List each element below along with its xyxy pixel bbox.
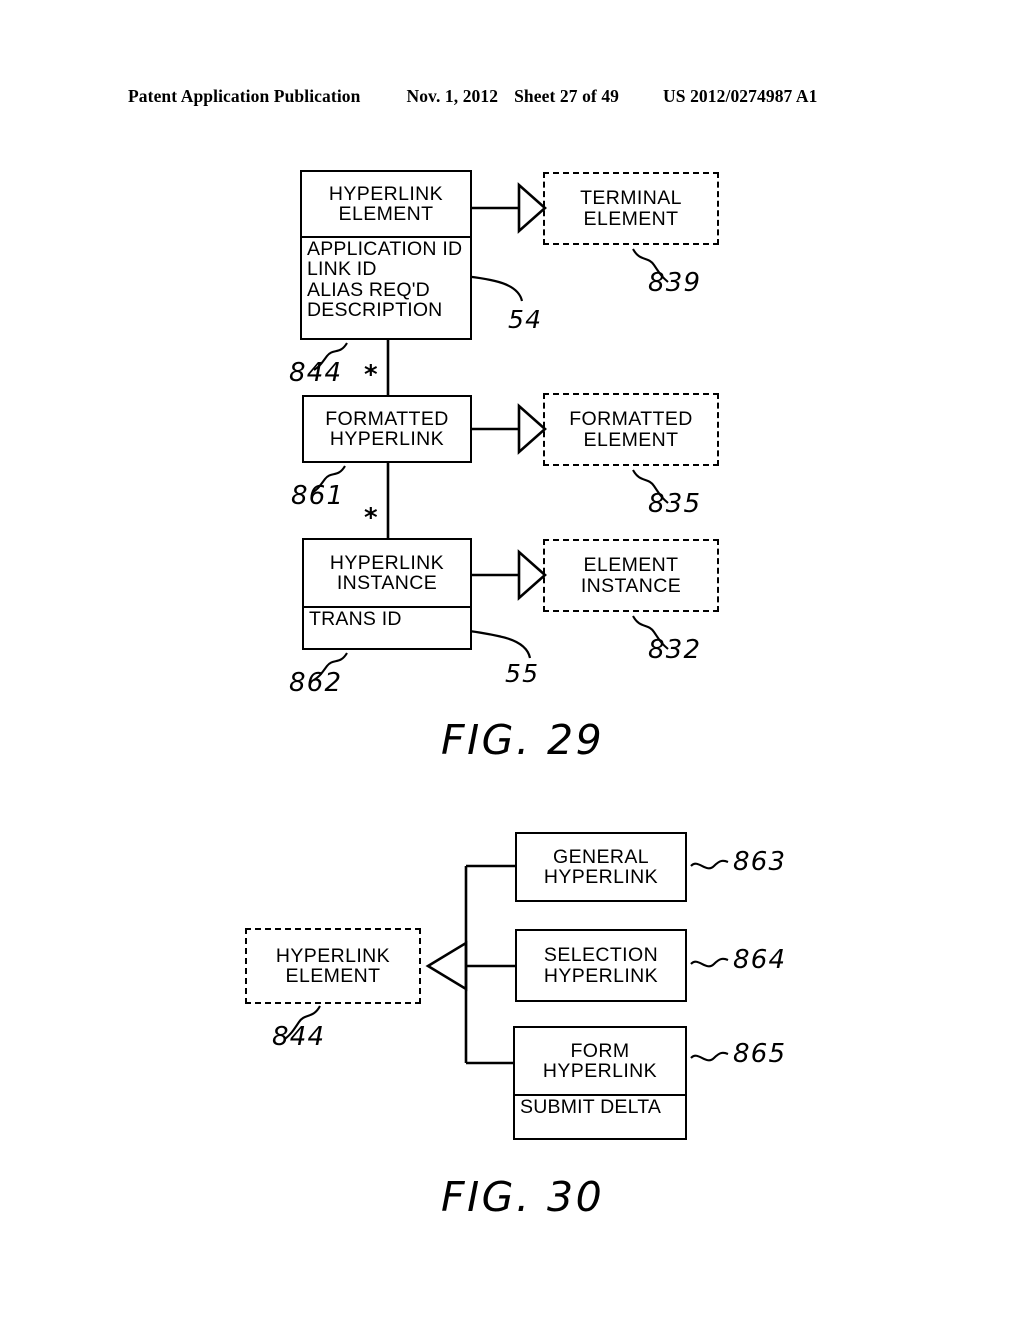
node-title: HYPERLINK ELEMENT <box>247 930 419 1002</box>
ref-844-fig29: 844 <box>289 358 343 388</box>
attribute-submit-delta: SUBMIT DELTA <box>520 1096 662 1118</box>
node-formatted-element[interactable]: FORMATTED ELEMENT <box>543 393 719 466</box>
ref-844-fig30: 844 <box>272 1022 326 1052</box>
node-title: HYPERLINK ELEMENT <box>302 172 470 236</box>
node-title-line2: INSTANCE <box>580 574 682 597</box>
node-hyperlink-element-fig29[interactable]: HYPERLINK ELEMENT APPLICATION ID LINK ID… <box>300 170 472 340</box>
node-title-line2: HYPERLINK <box>543 964 659 987</box>
sheet-number: Sheet 27 of 49 <box>514 86 620 106</box>
node-title-line2: HYPERLINK <box>542 1060 658 1082</box>
node-attributes: APPLICATION ID LINK ID ALIAS REQ'D DESCR… <box>302 236 470 338</box>
node-title-line2: ELEMENT <box>338 203 434 225</box>
node-form-hyperlink[interactable]: FORM HYPERLINK SUBMIT DELTA <box>513 1026 687 1140</box>
node-title-line1: HYPERLINK <box>329 551 445 574</box>
node-title-line2: INSTANCE <box>336 572 438 594</box>
ref-861: 861 <box>291 481 345 511</box>
ref-864: 864 <box>733 945 787 975</box>
ref-839: 839 <box>648 268 702 298</box>
node-title-line1: SELECTION <box>543 944 659 967</box>
node-title-line1: FORMATTED <box>569 408 693 431</box>
node-hyperlink-element-fig30[interactable]: HYPERLINK ELEMENT <box>245 928 421 1004</box>
node-element-instance[interactable]: ELEMENT INSTANCE <box>543 539 719 612</box>
node-title: FORMATTED ELEMENT <box>545 395 717 464</box>
ref-865: 865 <box>733 1039 787 1069</box>
node-title: ELEMENT INSTANCE <box>545 541 717 610</box>
attribute-trans-id: TRANS ID <box>309 608 402 630</box>
node-title-line2: HYPERLINK <box>329 428 445 450</box>
node-title-line2: ELEMENT <box>583 428 679 451</box>
ref-863: 863 <box>733 847 787 877</box>
node-title-line1: FORMATTED <box>325 407 449 430</box>
node-title-line1: HYPERLINK <box>275 944 391 967</box>
node-title: FORM HYPERLINK <box>515 1028 685 1094</box>
node-title-line1: TERMINAL <box>580 187 682 210</box>
ref-835: 835 <box>648 489 702 519</box>
node-title-line1: HYPERLINK <box>328 182 444 205</box>
node-general-hyperlink[interactable]: GENERAL HYPERLINK <box>515 832 687 902</box>
multiplicity-star-2: * <box>364 503 378 533</box>
node-title-line1: ELEMENT <box>583 554 679 577</box>
node-title: TERMINAL ELEMENT <box>545 174 717 243</box>
node-title-line1: GENERAL <box>553 845 649 868</box>
publication-label: Patent Application Publication <box>128 86 361 106</box>
node-title-line1: FORM <box>570 1039 630 1062</box>
attribute-application-id: APPLICATION ID <box>307 238 463 260</box>
ref-55: 55 <box>505 659 540 688</box>
node-title: SELECTION HYPERLINK <box>517 931 685 1000</box>
patent-number: US 2012/0274987 A1 <box>663 86 818 106</box>
publication-header: Patent Application Publication Nov. 1, 2… <box>128 86 896 110</box>
node-terminal-element[interactable]: TERMINAL ELEMENT <box>543 172 719 245</box>
node-title-line2: ELEMENT <box>285 965 381 987</box>
node-title: HYPERLINK INSTANCE <box>304 540 470 606</box>
attribute-link-id: LINK ID <box>307 258 377 281</box>
publication-date: Nov. 1, 2012 <box>406 86 499 106</box>
multiplicity-star-1: * <box>364 360 378 390</box>
ref-832: 832 <box>648 635 702 665</box>
ref-54: 54 <box>508 305 543 334</box>
figure-caption-30: FIG. 30 <box>441 1173 605 1221</box>
ref-862: 862 <box>289 668 343 698</box>
attribute-alias-reqd: ALIAS REQ'D <box>307 278 430 301</box>
node-title-line2: ELEMENT <box>583 207 679 230</box>
figure-caption-29: FIG. 29 <box>441 716 605 764</box>
node-selection-hyperlink[interactable]: SELECTION HYPERLINK <box>515 929 687 1002</box>
attribute-description: DESCRIPTION <box>307 299 443 322</box>
node-title-line2: HYPERLINK <box>543 866 659 888</box>
node-title: GENERAL HYPERLINK <box>517 834 685 900</box>
node-hyperlink-instance[interactable]: HYPERLINK INSTANCE TRANS ID <box>302 538 472 650</box>
node-formatted-hyperlink[interactable]: FORMATTED HYPERLINK <box>302 395 472 463</box>
node-title: FORMATTED HYPERLINK <box>304 397 470 461</box>
node-attributes: SUBMIT DELTA <box>515 1094 685 1138</box>
node-attributes: TRANS ID <box>304 606 470 648</box>
